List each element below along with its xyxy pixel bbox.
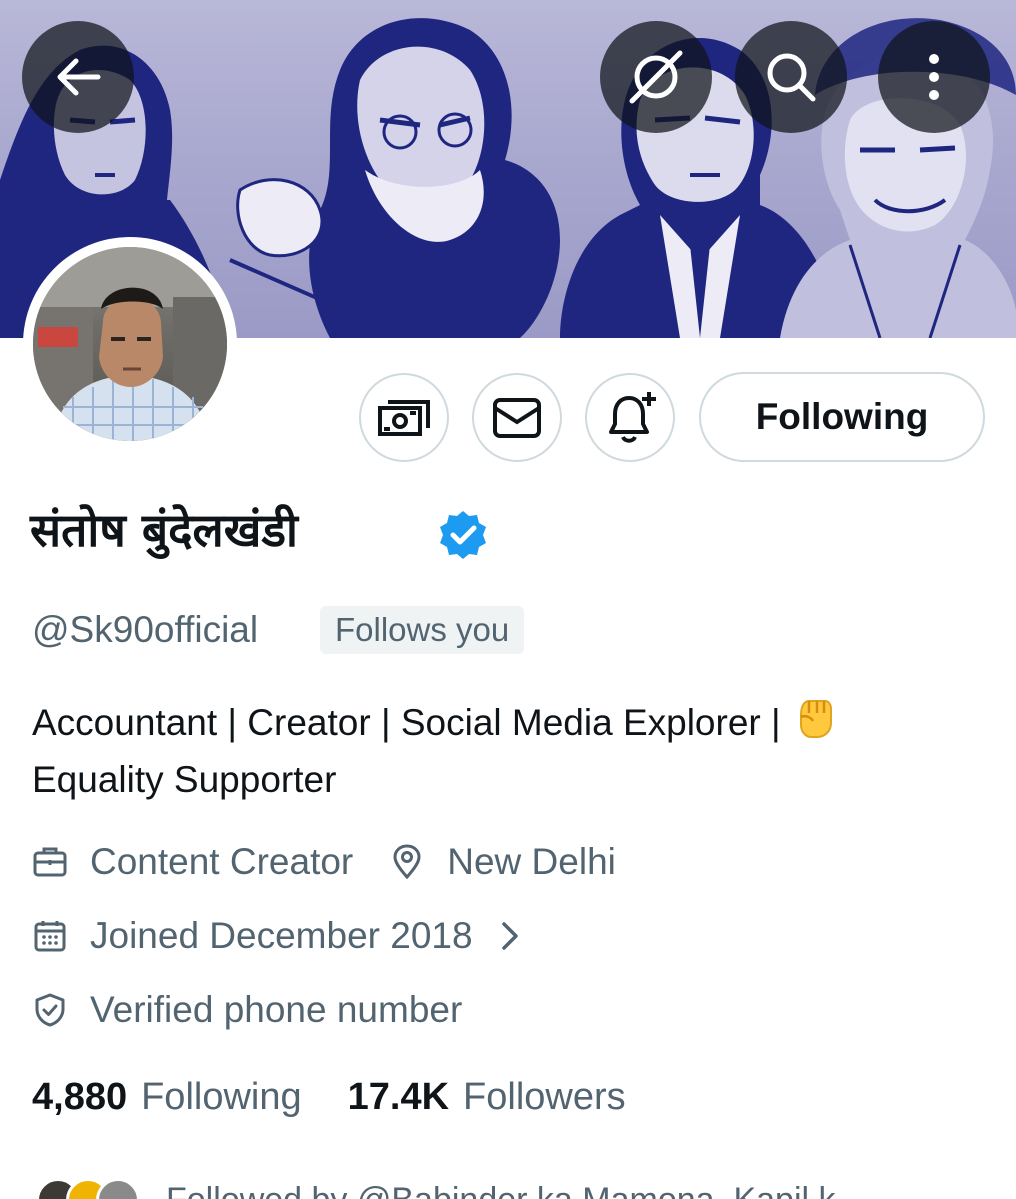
calendar-icon <box>32 918 68 954</box>
more-button[interactable] <box>878 21 990 133</box>
avatar-photo <box>33 247 227 441</box>
follows-you-badge: Follows you <box>320 606 525 654</box>
meta-row-category-location: Content Creator New Delhi <box>32 841 616 883</box>
tip-button[interactable] <box>359 373 449 462</box>
avatar[interactable] <box>33 247 227 441</box>
followers-label: Followers <box>463 1076 626 1118</box>
following-label: Following <box>141 1076 302 1118</box>
grok-slash-icon <box>629 50 683 104</box>
following-count: 4,880 <box>32 1076 128 1118</box>
arrow-left-icon <box>57 58 101 96</box>
user-handle: @Sk90official <box>32 609 259 650</box>
message-button[interactable] <box>472 373 562 462</box>
following-stat-link[interactable]: 4,880 Following <box>32 1076 302 1119</box>
briefcase-icon <box>32 844 68 880</box>
verified-badge-icon[interactable] <box>437 509 489 561</box>
bio-text-line2: Equality Supporter <box>32 759 337 800</box>
chevron-right-icon <box>501 922 518 950</box>
mail-icon <box>493 397 541 438</box>
search-icon <box>767 53 816 102</box>
following-button[interactable]: Following <box>699 372 985 462</box>
verified-phone-text: Verified phone number <box>90 989 463 1030</box>
grok-button[interactable] <box>600 21 712 133</box>
profile-joined-date: Joined December 2018 <box>90 915 473 956</box>
followers-count: 17.4K <box>347 1076 450 1118</box>
follow-stats: 4,880 Following 17.4K Followers <box>32 1076 626 1119</box>
bio: Accountant | Creator | Social Media Expl… <box>32 694 992 808</box>
profile-category: Content Creator <box>90 841 354 882</box>
notifications-button[interactable] <box>585 373 675 462</box>
back-button[interactable] <box>22 21 134 133</box>
more-vertical-icon <box>929 54 939 100</box>
profile-location: New Delhi <box>447 841 616 882</box>
display-name: संतोष बुंदेलखंडी <box>30 503 298 557</box>
bell-plus-icon <box>609 391 656 443</box>
search-button[interactable] <box>735 21 847 133</box>
location-pin-icon <box>389 844 425 880</box>
shield-check-icon <box>32 992 68 1028</box>
followed-by-row[interactable]: Followed by @Babinder ka Mamona, Kapil k… <box>36 1178 864 1199</box>
money-icon <box>378 399 430 436</box>
bio-text-line1: Accountant | Creator | Social Media Expl… <box>32 702 781 743</box>
meta-row-joined[interactable]: Joined December 2018 <box>32 915 523 957</box>
followed-by-text: Followed by @Babinder ka Mamona, Kapil k… <box>166 1181 864 1199</box>
raised-fist-icon <box>799 700 832 738</box>
follower-avatar <box>96 1178 140 1199</box>
meta-row-verified-phone: Verified phone number <box>32 989 462 1031</box>
followers-stat-link[interactable]: 17.4K Followers <box>348 1076 626 1119</box>
